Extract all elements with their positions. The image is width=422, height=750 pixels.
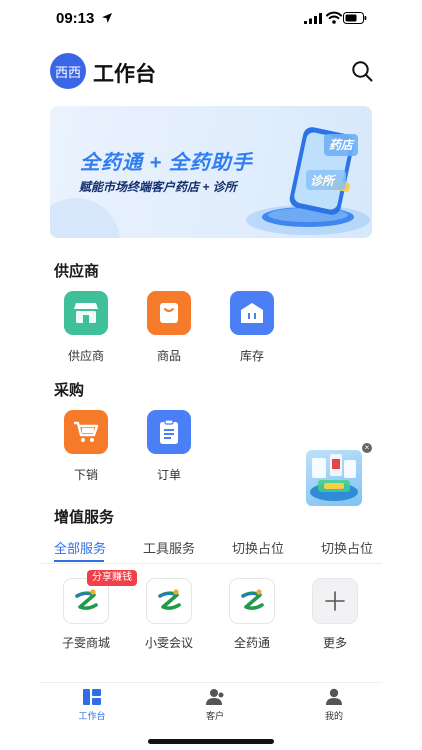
tab-tool-services[interactable]: 工具服务 xyxy=(143,538,195,557)
section-title-purchase: 采购 xyxy=(54,382,85,399)
tile-label: 下销 xyxy=(73,468,98,482)
header: 西西 工作台 xyxy=(0,50,422,94)
nav-label: 客户 xyxy=(205,711,224,721)
cart-icon xyxy=(64,410,108,454)
status-bar: 09:13 xyxy=(0,0,422,36)
tile-sales[interactable]: 下销 xyxy=(44,410,128,486)
store-icon xyxy=(64,291,108,335)
floating-ad[interactable] xyxy=(306,450,362,506)
section-title-supplier: 供应商 xyxy=(54,263,100,280)
banner-decoration xyxy=(50,198,120,238)
tile-inventory[interactable]: 库存 xyxy=(210,291,294,367)
tab-placeholder-1[interactable]: 切换占位 xyxy=(232,538,284,557)
status-time: 09:13 xyxy=(56,10,95,27)
active-tab-indicator xyxy=(54,560,104,562)
service-more[interactable]: 更多 xyxy=(293,578,377,654)
tab-all-services[interactable]: 全部服务 xyxy=(54,538,106,557)
dashboard-icon xyxy=(83,689,101,705)
tile-label: 库存 xyxy=(239,349,264,363)
service-tabs: 全部服务 工具服务 切换占位 切换占位 xyxy=(54,538,384,564)
section-title-services: 增值服务 xyxy=(54,509,115,526)
tile-label: 订单 xyxy=(156,468,181,482)
search-icon[interactable] xyxy=(350,59,374,83)
service-label: 子雯商城 xyxy=(61,636,110,650)
product-icon xyxy=(147,291,191,335)
service-label: 更多 xyxy=(322,636,347,650)
banner-subtitle: 赋能市场终端客户药店 + 诊所 xyxy=(79,180,237,194)
nav-label: 工作台 xyxy=(78,711,106,721)
battery-icon xyxy=(343,12,367,24)
customer-icon xyxy=(206,689,224,705)
profile-icon xyxy=(326,688,342,705)
banner-tag-pharmacy: 药店 xyxy=(329,138,354,152)
plus-icon xyxy=(312,578,358,624)
tile-product[interactable]: 商品 xyxy=(127,291,211,367)
nav-label: 我的 xyxy=(324,711,343,721)
tile-label: 商品 xyxy=(156,349,181,363)
warehouse-icon xyxy=(230,291,274,335)
location-arrow-icon xyxy=(102,13,112,23)
service-label: 全药通 xyxy=(233,636,270,650)
service-ziwen-mall[interactable]: 子雯商城 xyxy=(44,578,128,654)
app-logo-icon xyxy=(229,578,275,624)
order-icon xyxy=(147,410,191,454)
tile-orders[interactable]: 订单 xyxy=(127,410,211,486)
floating-ad-image-icon xyxy=(310,454,358,501)
nav-item-profile[interactable]: 我的 xyxy=(304,688,364,722)
home-indicator xyxy=(148,739,274,744)
app-logo-icon xyxy=(146,578,192,624)
avatar[interactable]: 西西 xyxy=(50,53,86,89)
nav-item-customer[interactable]: 客户 xyxy=(185,688,245,722)
promo-banner[interactable]: 全药通 + 全药助手 赋能市场终端客户药店 + 诊所 药店 诊所 xyxy=(50,106,372,238)
tabs-divider xyxy=(40,563,382,564)
signal-icon xyxy=(304,13,322,24)
wifi-icon xyxy=(326,11,342,24)
tab-placeholder-2[interactable]: 切换占位 xyxy=(321,538,373,557)
banner-tag-clinic: 诊所 xyxy=(310,174,335,188)
service-label: 小雯会议 xyxy=(144,636,193,650)
banner-title: 全药通 + 全药助手 xyxy=(80,152,253,174)
close-icon[interactable]: × xyxy=(362,443,372,453)
tile-label: 供应商 xyxy=(67,349,104,363)
page-title: 工作台 xyxy=(93,63,156,86)
service-quanyaotong[interactable]: 全药通 xyxy=(210,578,294,654)
tile-supplier[interactable]: 供应商 xyxy=(44,291,128,367)
nav-item-dashboard[interactable]: 工作台 xyxy=(62,688,122,722)
bottom-nav: 工作台 客户 我的 xyxy=(40,682,382,722)
service-xiaowen-meeting[interactable]: 小雯会议 xyxy=(127,578,211,654)
